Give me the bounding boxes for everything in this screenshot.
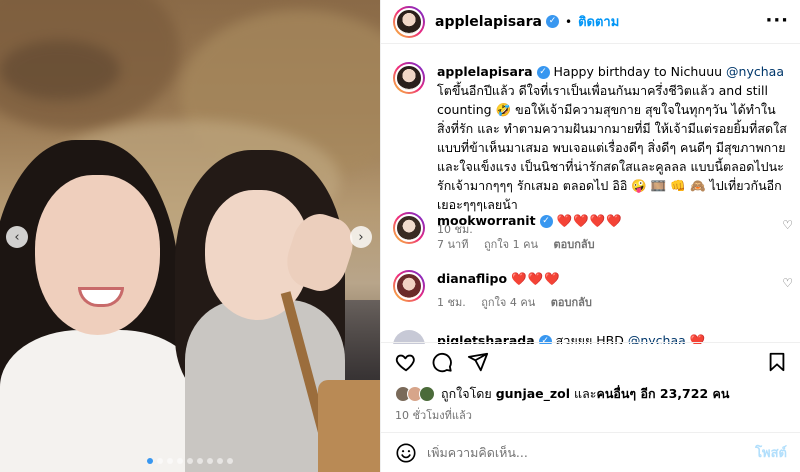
comment-likes[interactable]: ถูกใจ 4 คน — [481, 296, 535, 309]
carousel-dot — [147, 458, 153, 464]
caption-text: โตขึ้นอีกปีแล้ว ดีใจที่เราเป็นเพื่อนกันม… — [437, 83, 787, 212]
carousel-dot — [167, 458, 173, 464]
carousel-prev-button[interactable]: ‹ — [6, 226, 28, 248]
comment-text: ❤️❤️❤️❤️ — [556, 213, 623, 228]
author-avatar[interactable] — [393, 5, 425, 38]
comment-icon[interactable] — [431, 351, 453, 373]
carousel-next-button[interactable]: › — [350, 226, 372, 248]
verified-badge-icon: ✓ — [545, 15, 559, 28]
commenter-avatar[interactable] — [393, 270, 425, 302]
likes-prefix: ถูกใจโดย — [441, 386, 496, 401]
post-media[interactable]: ‹ › — [0, 0, 380, 472]
carousel-dot — [177, 458, 183, 464]
comment-time: 7 นาที — [437, 238, 469, 251]
likes-others[interactable]: คนอื่นๆ อีก 23,722 คน — [596, 386, 729, 401]
commenter-avatar[interactable] — [393, 212, 425, 244]
person-left-shirt — [0, 330, 200, 472]
post-comment-button[interactable]: โพสต์ — [755, 442, 787, 463]
header-separator: • — [564, 14, 573, 29]
likes-user[interactable]: gunjae_zol — [496, 386, 570, 401]
background-rock — [0, 40, 120, 100]
carousel-dot — [227, 458, 233, 464]
comment-input[interactable] — [427, 445, 747, 460]
comment-time: 1 ชม. — [437, 296, 466, 309]
heart-icon[interactable] — [395, 351, 417, 373]
carousel-dot — [197, 458, 203, 464]
chevron-left-icon: ‹ — [14, 229, 20, 245]
comment-text: ❤️❤️❤️ — [511, 271, 561, 286]
chevron-right-icon: › — [358, 229, 364, 245]
comment-item: dianaflipo ❤️❤️❤️ 1 ชม. ถูกใจ 4 คน ตอบกล… — [393, 270, 793, 312]
share-icon[interactable] — [467, 351, 489, 373]
carousel-dot — [207, 458, 213, 464]
carousel-indicator — [0, 458, 380, 464]
comment-username[interactable]: mookworranit — [437, 213, 536, 228]
caption-avatar[interactable] — [393, 62, 425, 94]
comment-item: mookworranit ✓ ❤️❤️❤️❤️ 7 นาที ถูกใจ 1 คน… — [393, 212, 793, 254]
caption-mention[interactable]: @nychaa — [726, 64, 784, 79]
carousel-dot — [217, 458, 223, 464]
more-options-icon[interactable]: ··· — [765, 10, 789, 31]
verified-badge-icon: ✓ — [539, 215, 553, 228]
carousel-dot — [157, 458, 163, 464]
emoji-icon[interactable] — [395, 442, 417, 464]
post-header: applelapisara ✓ • ติดตาม ··· — [381, 0, 800, 44]
comment-like-heart-icon[interactable]: ♡ — [782, 218, 793, 232]
author-username[interactable]: applelapisara — [435, 14, 542, 30]
post-timestamp: 10 ชั่วโมงที่แล้ว — [395, 409, 472, 422]
reply-button[interactable]: ตอบกลับ — [551, 296, 592, 309]
likes-middle: และ — [570, 386, 597, 401]
caption-username[interactable]: applelapisara — [437, 64, 533, 79]
follow-button[interactable]: ติดตาม — [578, 11, 619, 32]
caption-text-intro: Happy birthday to Nichuuu — [553, 64, 727, 79]
reply-button[interactable]: ตอบกลับ — [553, 238, 594, 251]
verified-badge-icon: ✓ — [536, 66, 550, 79]
action-bar — [381, 342, 800, 382]
comment-like-heart-icon[interactable]: ♡ — [782, 276, 793, 290]
bookmark-icon[interactable] — [767, 351, 787, 373]
post-detail-panel: applelapisara ✓ • ติดตาม ··· applelapisa… — [380, 0, 800, 472]
likes-summary[interactable]: ถูกใจโดย gunjae_zol และคนอื่นๆ อีก 23,72… — [395, 384, 729, 404]
liker-avatar — [419, 386, 435, 402]
comment-username[interactable]: dianaflipo — [437, 271, 507, 286]
carousel-dot — [187, 458, 193, 464]
person-left-face — [35, 175, 160, 335]
comment-composer: โพสต์ — [381, 432, 800, 472]
comment-likes[interactable]: ถูกใจ 1 คน — [484, 238, 538, 251]
